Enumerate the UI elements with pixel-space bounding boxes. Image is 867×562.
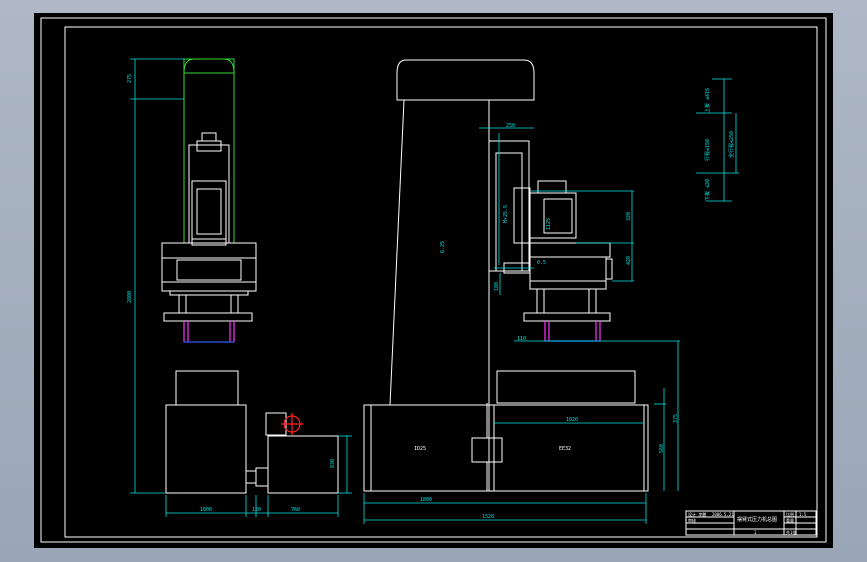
dim-h2: 375 xyxy=(673,414,679,423)
stroke-legend: 上板 ≤415 行程≤150 全行程≤250 下板 ≤20 xyxy=(696,78,739,202)
title-block: 设计 李鹏 2006.5.21 审核 摆臂式压力机总图 比例 1:5 重量 共1… xyxy=(685,510,817,536)
tb-sheet: 共1张 xyxy=(786,529,796,535)
dim-h1: 110 xyxy=(517,336,526,342)
legend-a: 上板 ≤415 xyxy=(704,88,711,113)
dim-c5: 0.5 xyxy=(537,260,546,266)
dim-unit-h: 830 xyxy=(330,459,336,468)
tb-row1: 设计 李鹏 xyxy=(688,511,706,517)
dim-c3: 420 xyxy=(626,256,632,265)
dim-base-w: 1800 xyxy=(200,507,212,513)
cad-drawing: 275 2800 1800 150 760 830 250 M×25.5 112… xyxy=(40,17,827,543)
column-label: G.25 xyxy=(440,241,446,253)
dim-right-top: 250 xyxy=(506,123,515,129)
dim-unit-w: 760 xyxy=(291,507,300,513)
legend-b: 行程≤150 xyxy=(704,139,711,161)
dim-spring: M×25.5 xyxy=(503,205,509,223)
dim-c4: 180 xyxy=(494,282,500,291)
dim-h3: 560 xyxy=(659,444,665,453)
dim-c2: 320 xyxy=(626,212,632,221)
dim-left-top: 275 xyxy=(127,74,133,83)
tb-row2: 2006.5.21 xyxy=(712,512,734,517)
cad-viewport[interactable]: 275 2800 1800 150 760 830 250 M×25.5 112… xyxy=(34,13,833,548)
tb-row3: 审核 xyxy=(688,517,696,523)
dim-w2: 1800 xyxy=(420,497,432,503)
box-right-label: EE32 xyxy=(559,446,571,452)
tb-row5: 重量 xyxy=(786,517,794,523)
tb-row4: 比例 xyxy=(786,511,794,517)
box-left-label: ID25 xyxy=(414,446,426,452)
tb-title: 摆臂式压力机总图 xyxy=(737,516,777,523)
dim-w1: 1020 xyxy=(566,417,578,423)
tb-scale: 1:5 xyxy=(799,512,807,517)
legend-c: 全行程≤250 xyxy=(728,131,735,158)
dim-left-height: 2800 xyxy=(127,291,133,303)
dim-gap: 150 xyxy=(252,507,261,513)
legend-d: 下板 ≤20 xyxy=(704,179,711,201)
left-view: 275 2800 1800 150 760 830 xyxy=(127,58,352,517)
right-view: 250 M×25.5 1125 320 420 0.5 180 110 G.25… xyxy=(363,59,680,524)
dim-w3: 1520 xyxy=(482,514,494,520)
dim-c1: 1125 xyxy=(546,218,552,230)
tb-num: 1 xyxy=(754,530,757,535)
